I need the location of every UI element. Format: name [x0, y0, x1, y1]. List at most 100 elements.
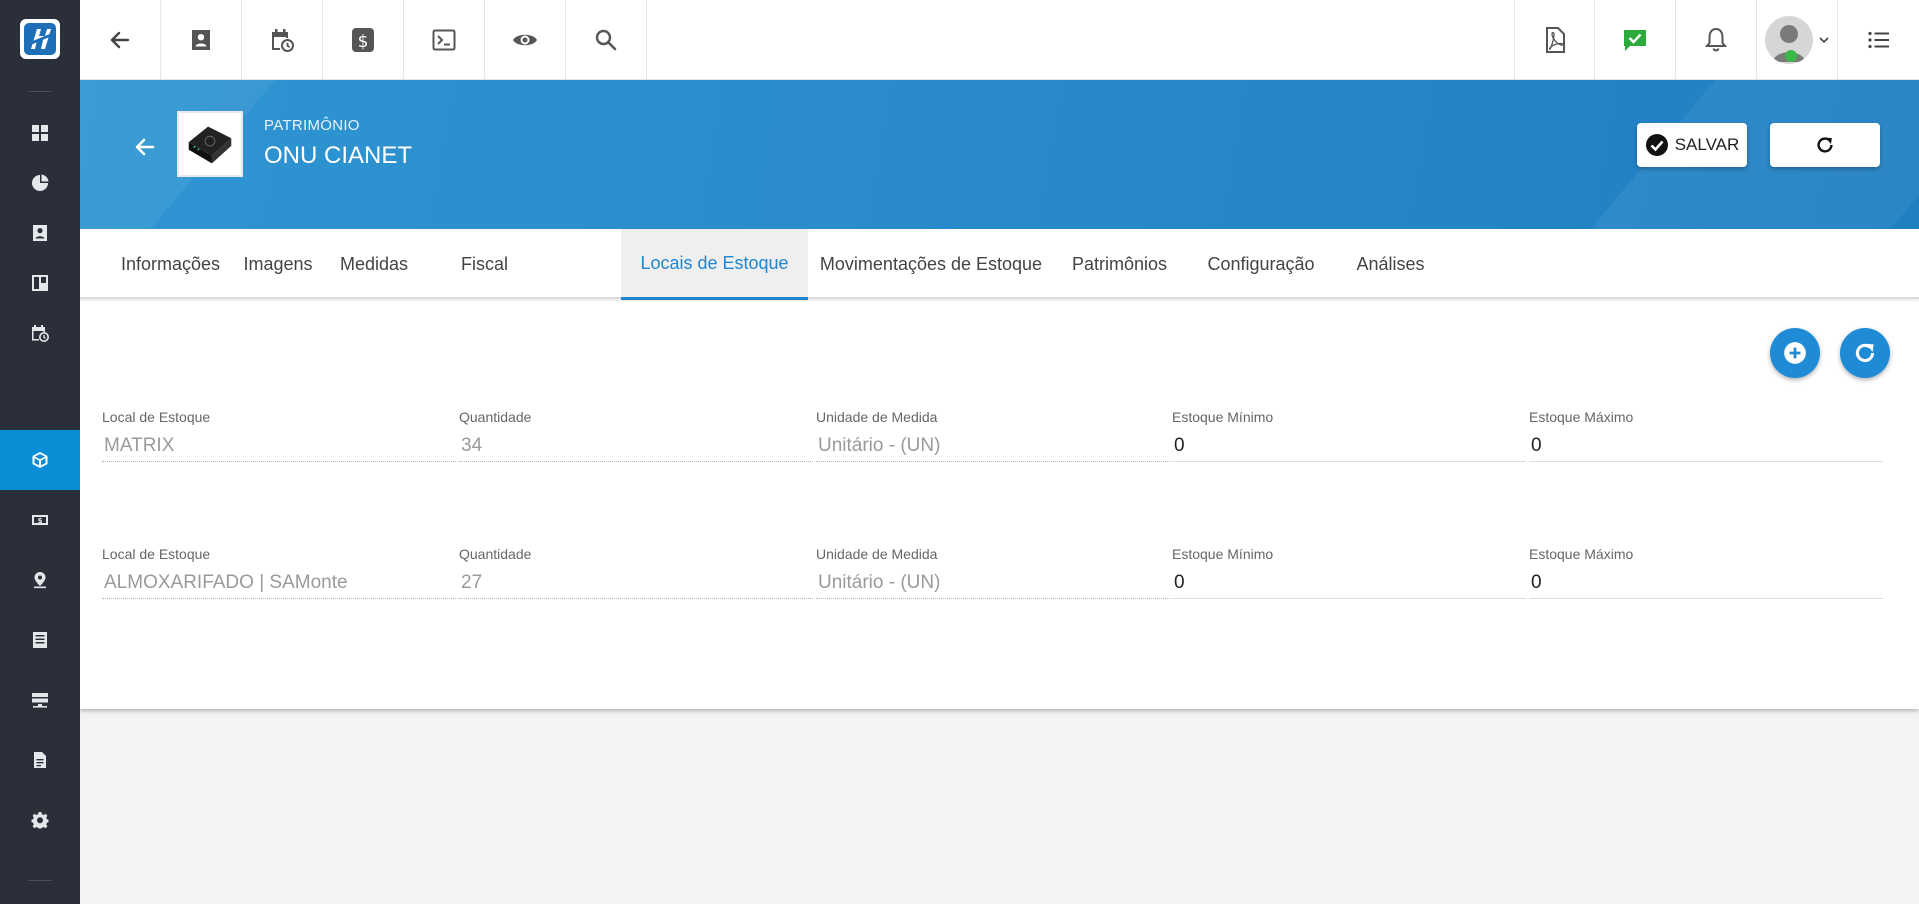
stock-location-input[interactable] — [102, 429, 456, 462]
unit-field: Unidade de Medida — [816, 409, 1170, 469]
chevron-down-icon — [1819, 37, 1829, 44]
search-button[interactable] — [566, 0, 647, 80]
product-thumbnail — [177, 111, 243, 177]
sidebar-item-inventory[interactable] — [0, 430, 80, 490]
sidebar-item-schedule[interactable] — [0, 303, 80, 363]
field-label: Unidade de Medida — [816, 546, 938, 562]
breadcrumb: PATRIMÔNIO — [264, 117, 360, 134]
field-label: Unidade de Medida — [816, 409, 938, 425]
add-location-button[interactable] — [1770, 328, 1820, 378]
max-stock-input[interactable] — [1529, 566, 1883, 599]
header-back-button[interactable] — [130, 132, 160, 162]
contacts-button[interactable] — [161, 0, 242, 80]
tab-medidas[interactable]: Medidas — [320, 229, 428, 299]
sidebar-item-servers[interactable] — [0, 670, 80, 730]
list-document-icon — [33, 632, 47, 648]
tab-bar: Informações Imagens Medidas Fiscal Locai… — [80, 229, 1919, 300]
sidebar-item-files[interactable] — [0, 730, 80, 790]
grid-icon — [32, 125, 48, 141]
min-stock-input[interactable] — [1172, 429, 1526, 462]
user-icon — [1773, 25, 1805, 62]
refresh-button[interactable] — [1770, 123, 1880, 167]
sidebar-divider — [28, 91, 52, 92]
map-pin-icon — [34, 572, 46, 589]
sidebar-item-finance[interactable]: $ — [0, 490, 80, 550]
stock-location-field: Local de Estoque — [102, 546, 456, 606]
tab-analises[interactable]: Análises — [1337, 229, 1444, 299]
save-button-label: SALVAR — [1674, 135, 1740, 154]
plus-circle-icon — [1784, 342, 1806, 364]
onu-device-image — [188, 126, 232, 164]
quantity-input[interactable] — [459, 429, 813, 462]
terminal-button[interactable] — [404, 0, 485, 80]
top-toolbar: $ — [80, 0, 1919, 80]
search-icon — [595, 29, 617, 51]
contact-card-icon — [192, 30, 210, 50]
avatar — [1765, 16, 1813, 64]
pie-chart-icon — [32, 174, 49, 191]
page-title: ONU CIANET — [264, 142, 413, 169]
reload-locations-button[interactable] — [1840, 328, 1890, 378]
finance-button[interactable]: $ — [323, 0, 404, 80]
svg-text:$: $ — [38, 517, 43, 525]
arrow-left-icon — [135, 138, 155, 156]
schedule-button[interactable] — [242, 0, 323, 80]
messages-button[interactable] — [1595, 0, 1676, 80]
logo-icon — [24, 23, 56, 55]
tab-patrimonios[interactable]: Patrimônios — [1054, 229, 1185, 299]
page-header: PATRIMÔNIO ONU CIANET SALVAR — [80, 80, 1919, 229]
unit-input[interactable] — [816, 566, 1170, 599]
gear-icon — [31, 812, 49, 829]
dollar-icon: $ — [352, 28, 374, 52]
save-button[interactable]: SALVAR — [1637, 123, 1747, 167]
chat-check-icon — [1624, 30, 1646, 51]
back-button[interactable] — [80, 0, 161, 80]
user-menu[interactable] — [1757, 0, 1838, 80]
unit-input[interactable] — [816, 429, 1170, 462]
eye-icon — [513, 34, 537, 46]
app-logo[interactable] — [20, 19, 60, 59]
view-button[interactable] — [485, 0, 566, 80]
cube-icon — [32, 452, 48, 468]
field-label: Estoque Máximo — [1529, 409, 1634, 425]
min-stock-input[interactable] — [1172, 566, 1526, 599]
svg-text:$: $ — [358, 32, 369, 52]
list-menu-icon — [1867, 31, 1889, 49]
quantity-input[interactable] — [459, 566, 813, 599]
max-stock-field: Estoque Máximo — [1529, 546, 1883, 606]
field-label: Estoque Máximo — [1529, 546, 1634, 562]
notifications-button[interactable] — [1676, 0, 1757, 80]
field-label: Quantidade — [459, 546, 532, 562]
tab-locais-de-estoque[interactable]: Locais de Estoque — [621, 229, 808, 300]
tab-informacoes[interactable]: Informações — [105, 229, 236, 299]
sidebar-item-locations[interactable] — [0, 550, 80, 610]
sidebar: $ — [0, 0, 80, 904]
field-label: Local de Estoque — [102, 409, 211, 425]
bell-icon — [1704, 27, 1728, 52]
menu-button[interactable] — [1838, 0, 1919, 80]
money-icon: $ — [32, 515, 48, 525]
max-stock-input[interactable] — [1529, 429, 1883, 462]
pdf-button[interactable] — [1514, 0, 1595, 80]
stock-location-input[interactable] — [102, 566, 456, 599]
sidebar-item-settings[interactable] — [0, 790, 80, 850]
refresh-icon — [1855, 343, 1875, 363]
tab-fiscal[interactable]: Fiscal — [428, 229, 541, 299]
sidebar-item-documents[interactable] — [0, 610, 80, 670]
contact-card-icon — [33, 225, 47, 241]
field-label: Estoque Mínimo — [1172, 546, 1274, 562]
unit-field: Unidade de Medida — [816, 546, 1170, 606]
tab-imagens[interactable]: Imagens — [236, 229, 320, 299]
server-icon — [32, 693, 48, 708]
stock-locations-panel: Local de Estoque Quantidade Unidade de M… — [80, 301, 1919, 709]
quantity-field: Quantidade — [459, 546, 813, 606]
tab-configuracao[interactable]: Configuração — [1185, 229, 1337, 299]
board-icon — [32, 275, 48, 291]
file-icon — [34, 752, 46, 768]
min-stock-field: Estoque Mínimo — [1172, 546, 1526, 606]
terminal-icon — [432, 29, 456, 51]
sidebar-divider — [28, 880, 52, 881]
tab-movimentacoes-de-estoque[interactable]: Movimentações de Estoque — [808, 229, 1054, 299]
stock-location-field: Local de Estoque — [102, 409, 456, 469]
check-circle-icon — [1645, 134, 1668, 156]
